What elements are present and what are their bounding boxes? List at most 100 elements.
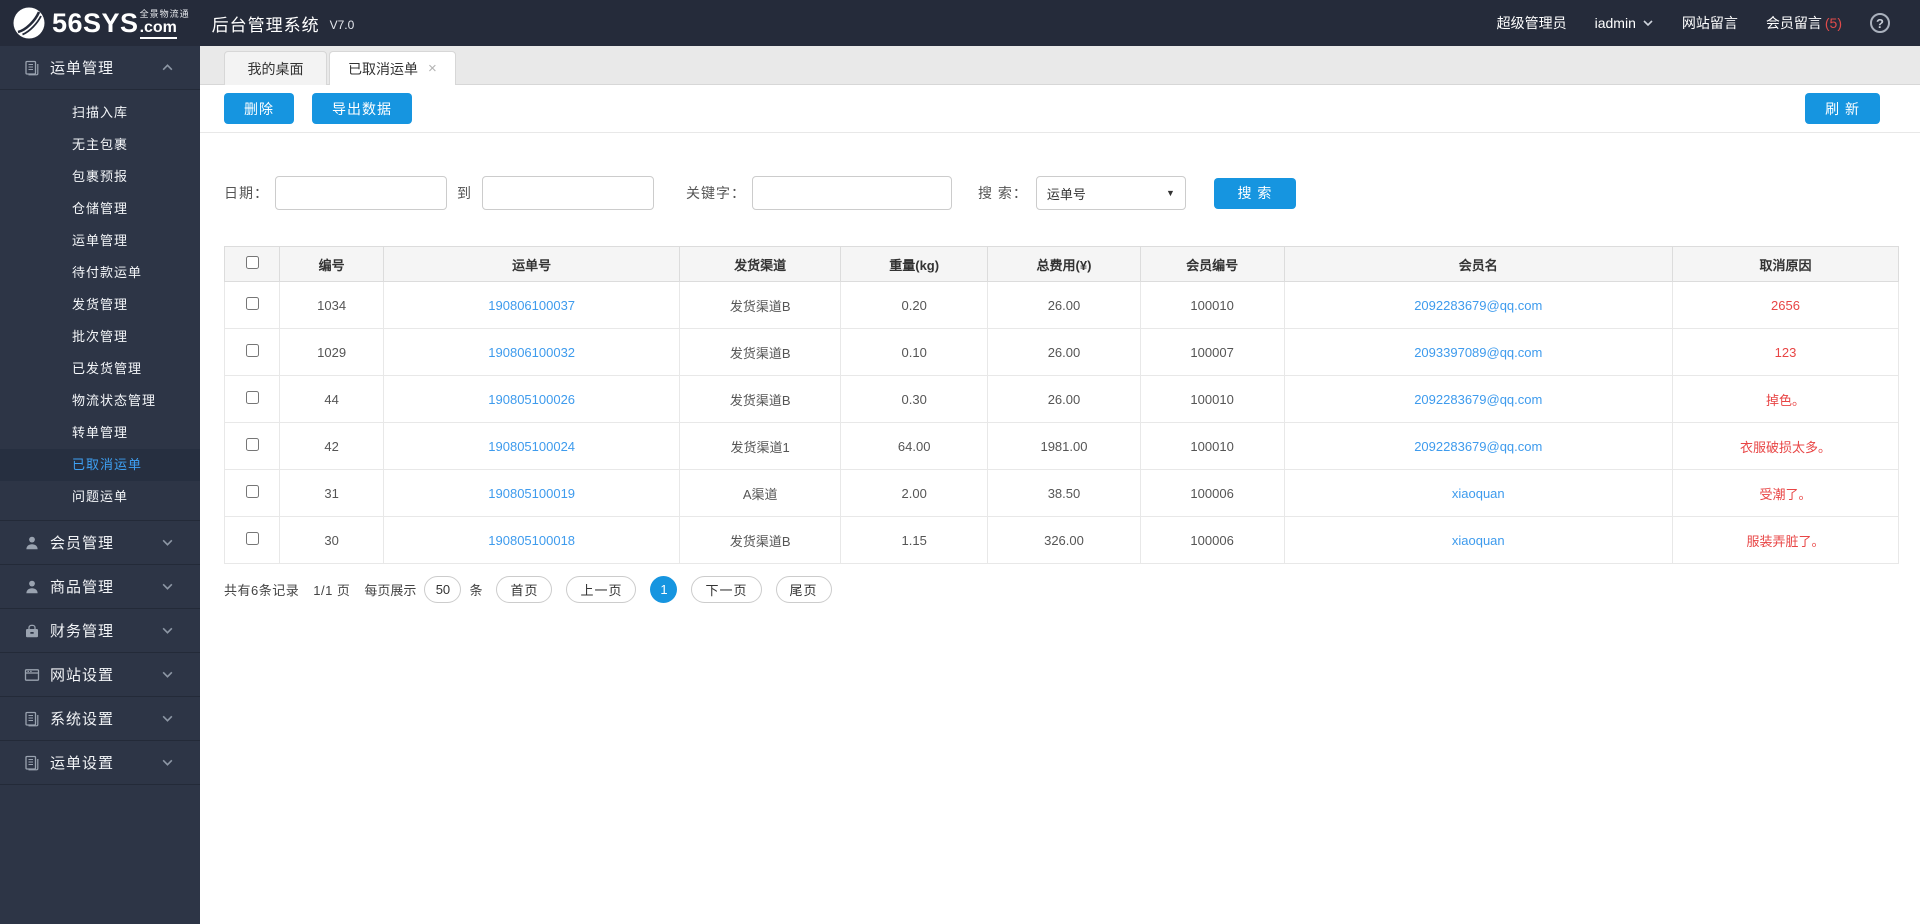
wallet-icon: [24, 623, 40, 639]
row-checkbox[interactable]: [245, 297, 259, 310]
sidebar-section-system-settings[interactable]: 系统设置: [0, 697, 200, 741]
cancel-reason: 掉色。: [1671, 375, 1900, 423]
date-from-input[interactable]: [275, 176, 447, 210]
search-type-select[interactable]: 运单号 ▼: [1035, 176, 1186, 210]
total-fee: 26.00: [987, 328, 1141, 376]
member-id-column: 会员编号: [1139, 246, 1285, 282]
row-checkbox[interactable]: [245, 391, 259, 404]
current-page-button[interactable]: 1: [650, 576, 678, 603]
sidebar-item-problem-waybills[interactable]: 问题运单: [0, 481, 200, 513]
sidebar-section-product-management[interactable]: 商品管理: [0, 565, 200, 609]
total-fee: 1981.00: [987, 422, 1141, 470]
sidebar-item-unclaimed-packages[interactable]: 无主包裹: [0, 129, 200, 161]
sidebar-item-pending-payment-waybills[interactable]: 待付款运单: [0, 257, 200, 289]
sidebar-item-waybill-management-sub[interactable]: 运单管理: [0, 225, 200, 257]
keyword-input[interactable]: [752, 176, 952, 210]
sidebar-item-batch-management[interactable]: 批次管理: [0, 321, 200, 353]
select-all-header: [223, 246, 281, 282]
prev-page-button[interactable]: 上一页: [566, 576, 637, 603]
export-data-button[interactable]: 导出数据: [312, 93, 412, 124]
weight: 64.00: [840, 422, 989, 470]
logo-icon: [12, 6, 46, 40]
search-button[interactable]: 搜 索: [1213, 177, 1296, 209]
last-page-button[interactable]: 尾页: [775, 576, 832, 603]
sidebar-item-logistics-status-management[interactable]: 物流状态管理: [0, 385, 200, 417]
tab-cancelled-waybills[interactable]: 已取消运单 ×: [329, 51, 456, 85]
sidebar-section-waybill-management[interactable]: 运单管理: [0, 46, 200, 90]
cancel-reason-column: 取消原因: [1671, 246, 1900, 282]
help-icon[interactable]: ?: [1870, 13, 1890, 33]
select-all-checkbox[interactable]: [245, 256, 259, 269]
shipping-channel: A渠道: [679, 469, 842, 517]
sidebar-item-shipped-management[interactable]: 已发货管理: [0, 353, 200, 385]
row-checkbox[interactable]: [245, 532, 259, 545]
chevron-down-icon: [161, 536, 174, 549]
waybill-no-link[interactable]: 190806100037: [488, 298, 575, 313]
main-content: 我的桌面 已取消运单 × 删除 导出数据 刷 新 日期： 到 关键字： 搜 索：…: [200, 46, 1920, 924]
cancel-reason: 2656: [1671, 281, 1900, 329]
refresh-button[interactable]: 刷 新: [1805, 93, 1880, 124]
cancel-reason: 123: [1671, 328, 1900, 376]
per-page-input[interactable]: [424, 576, 462, 603]
row-id: 31: [279, 469, 385, 517]
username: iadmin: [1594, 15, 1636, 31]
site-messages-link[interactable]: 网站留言: [1682, 13, 1738, 33]
date-to-input[interactable]: [482, 176, 654, 210]
waybill-no-link[interactable]: 190805100024: [488, 439, 575, 454]
role-label: 超级管理员: [1496, 15, 1567, 31]
sidebar-item-scan-inbound[interactable]: 扫描入库: [0, 97, 200, 129]
logo-main: 56SYS: [52, 7, 139, 38]
chevron-up-icon: [161, 61, 174, 74]
row-id: 1034: [279, 281, 385, 329]
waybill-no-link[interactable]: 190805100018: [488, 533, 575, 548]
row-checkbox[interactable]: [245, 438, 259, 451]
sidebar-section-website-settings[interactable]: 网站设置: [0, 653, 200, 697]
waybill-no-link[interactable]: 190805100026: [488, 392, 575, 407]
logo-domain: .com: [139, 19, 177, 39]
user-icon: [24, 579, 40, 595]
sidebar-item-warehouse-management[interactable]: 仓储管理: [0, 193, 200, 225]
brand: 56SYS 全景物流通 .com 后台管理系统 V7.0: [12, 6, 354, 40]
user-menu[interactable]: iadmin: [1595, 15, 1654, 31]
member-name-link[interactable]: xiaoquan: [1452, 486, 1505, 501]
row-checkbox[interactable]: [245, 485, 259, 498]
tab-bar: 我的桌面 已取消运单 ×: [200, 46, 1920, 85]
member-name-link[interactable]: 2092283679@qq.com: [1414, 439, 1542, 454]
member-name-link[interactable]: 2092283679@qq.com: [1414, 298, 1542, 313]
total-fee-column: 总费用(¥): [987, 246, 1141, 282]
row-checkbox[interactable]: [245, 344, 259, 357]
per-page-label: 每页展示: [364, 583, 417, 598]
sidebar-item-shipping-management[interactable]: 发货管理: [0, 289, 200, 321]
tab-close-icon[interactable]: ×: [428, 61, 437, 76]
logo-subtitle: 全景物流通: [139, 8, 190, 19]
first-page-button[interactable]: 首页: [496, 576, 553, 603]
sidebar-section-member-management[interactable]: 会员管理: [0, 521, 200, 565]
sidebar-section-waybill-settings[interactable]: 运单设置: [0, 741, 200, 785]
member-messages-link[interactable]: 会员留言 (5): [1766, 13, 1842, 33]
sidebar-item-transfer-management[interactable]: 转单管理: [0, 417, 200, 449]
sidebar-item-package-forecast[interactable]: 包裹预报: [0, 161, 200, 193]
next-page-button[interactable]: 下一页: [691, 576, 762, 603]
sidebar: 运单管理 扫描入库 无主包裹 包裹预报 仓储管理 运单管理 待付款运单 发货管理 批次管理 已发…: [0, 46, 200, 924]
shipping-channel: 发货渠道B: [679, 375, 842, 423]
member-name-link[interactable]: 2093397089@qq.com: [1414, 345, 1542, 360]
waybill-no-link[interactable]: 190806100032: [488, 345, 575, 360]
member-name-link[interactable]: xiaoquan: [1452, 533, 1505, 548]
member-id: 100006: [1139, 516, 1285, 564]
document-icon: [24, 755, 40, 771]
sidebar-section-finance-management[interactable]: 财务管理: [0, 609, 200, 653]
table-row: 1034 190806100037 发货渠道B 0.20 26.00 10001…: [223, 281, 1900, 329]
table-row: 1029 190806100032 发货渠道B 0.10 26.00 10000…: [223, 328, 1900, 376]
message-count-badge: (5): [1824, 15, 1842, 31]
sidebar-item-cancelled-waybills[interactable]: 已取消运单: [0, 449, 200, 481]
delete-button[interactable]: 删除: [224, 93, 294, 124]
waybill-no-link[interactable]: 190805100019: [488, 486, 575, 501]
member-name-link[interactable]: 2092283679@qq.com: [1414, 392, 1542, 407]
cancel-reason: 服装弄脏了。: [1671, 516, 1900, 564]
select-arrow-icon: ▼: [1165, 188, 1175, 198]
chevron-down-icon: [161, 668, 174, 681]
row-id: 44: [279, 375, 385, 423]
tab-my-desktop[interactable]: 我的桌面: [224, 51, 327, 85]
waybill-no-column: 运单号: [383, 246, 681, 282]
date-label: 日期：: [224, 185, 269, 201]
